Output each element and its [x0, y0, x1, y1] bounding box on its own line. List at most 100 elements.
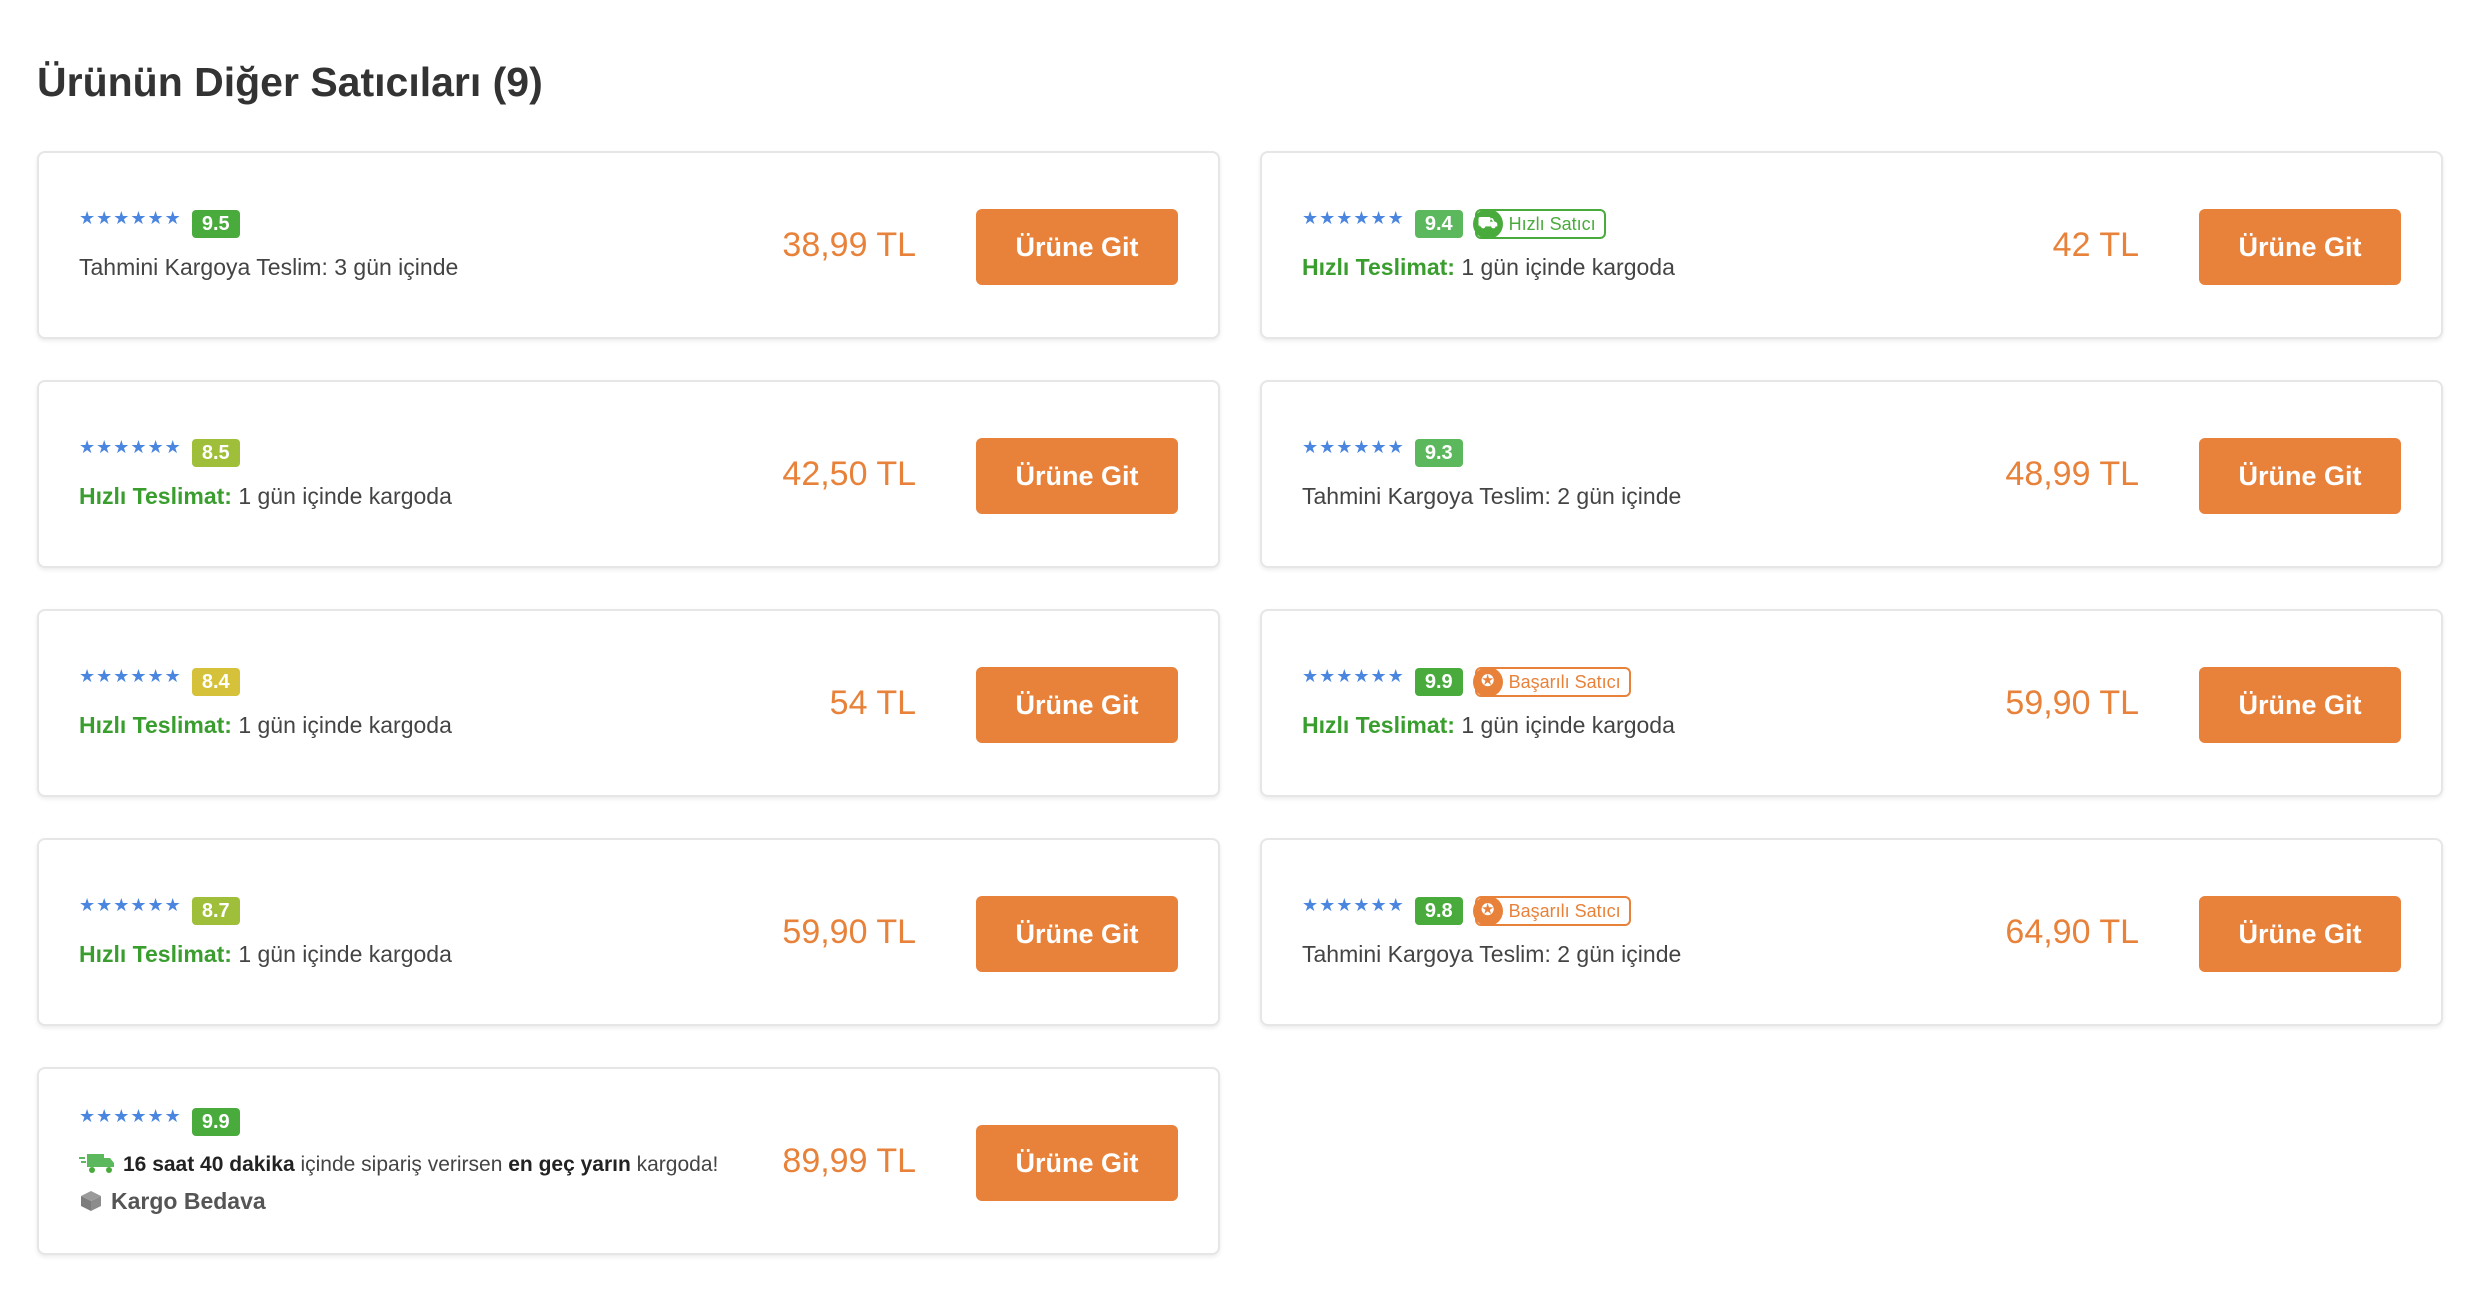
seller-card-1: ★★★★★★ 9.5 Tahmini Kargoya Teslim: 3 gün…: [37, 151, 1220, 339]
rating-row: ★★★★★★ 8.7: [79, 896, 888, 926]
delivery-text: 1 gün içinde kargoda: [231, 941, 452, 967]
seller-info: ★★★★★★ 9.9 ✪ Başarılı Satıcı Hızlı Teslim…: [1302, 667, 2111, 739]
seller-score-badge: 9.9: [191, 1108, 240, 1136]
seller-card-7: ★★★★★★ 8.7 Hızlı Teslimat: 1 gün içinde …: [37, 838, 1220, 1026]
seller-info: ★★★★★★ 9.5 Tahmini Kargoya Teslim: 3 gün…: [79, 209, 888, 281]
free-cargo-label: Kargo Bedava: [111, 1188, 266, 1214]
seller-stars-icon: ★★★★★★: [1302, 208, 1405, 228]
seller-stars-icon: ★★★★★★: [79, 1106, 182, 1126]
seller-price: 48,99 TL: [2005, 454, 2139, 493]
delivery-info: Tahmini Kargoya Teslim: 2 gün içinde: [1302, 482, 2111, 510]
rating-row: ★★★★★★ 8.5: [79, 438, 888, 468]
seller-stars-icon: ★★★★★★: [79, 895, 182, 915]
seller-score-badge: 8.5: [191, 439, 240, 467]
countdown-emphasis: en geç yarın: [508, 1153, 631, 1176]
seller-info: ★★★★★★ 8.4 Hızlı Teslimat: 1 gün içinde …: [79, 667, 888, 739]
seller-card-2: ★★★★★★ 9.4 ⛟ Hızlı Satıcı Hızlı Teslimat:…: [1260, 151, 2443, 339]
delivery-info: Tahmini Kargoya Teslim: 3 gün içinde: [79, 253, 888, 281]
delivery-text: 1 gün içinde kargoda: [1454, 254, 1675, 280]
seller-card-9: ★★★★★★ 9.9 16 saat 40 dakika içinde sipa…: [37, 1067, 1220, 1255]
seller-price: 42,50 TL: [782, 454, 916, 493]
seller-card-5: ★★★★★★ 8.4 Hızlı Teslimat: 1 gün içinde …: [37, 609, 1220, 797]
fast-seller-badge: ⛟ Hızlı Satıcı: [1472, 209, 1606, 239]
seller-badge-label: Başarılı Satıcı: [1508, 672, 1621, 692]
seller-stars-icon: ★★★★★★: [1302, 895, 1405, 915]
delivery-text: 1 gün içinde kargoda: [231, 483, 452, 509]
seller-price: 54 TL: [829, 683, 916, 722]
rating-row: ★★★★★★ 9.3: [1302, 438, 2111, 468]
delivery-text: Tahmini Kargoya Teslim: 2 gün içinde: [1302, 941, 1682, 967]
go-to-product-button[interactable]: Ürüne Git: [2199, 667, 2401, 743]
seller-info: ★★★★★★ 9.3 Tahmini Kargoya Teslim: 2 gün…: [1302, 438, 2111, 510]
countdown-middle: içinde sipariş verirsen: [294, 1153, 509, 1176]
seller-score-badge: 8.4: [191, 668, 240, 696]
rating-row: ★★★★★★ 9.5: [79, 209, 888, 239]
successful-seller-badge: ✪ Başarılı Satıcı: [1472, 667, 1631, 697]
seller-stars-icon: ★★★★★★: [1302, 437, 1405, 457]
go-to-product-button[interactable]: Ürüne Git: [976, 896, 1178, 972]
rating-row: ★★★★★★ 9.9: [79, 1107, 888, 1137]
fast-delivery-label: Hızlı Teslimat:: [79, 941, 232, 967]
go-to-product-button[interactable]: Ürüne Git: [2199, 438, 2401, 514]
delivery-text: Tahmini Kargoya Teslim: 3 gün içinde: [79, 254, 459, 280]
go-to-product-button[interactable]: Ürüne Git: [976, 438, 1178, 514]
fast-delivery-label: Hızlı Teslimat:: [79, 712, 232, 738]
seller-card-3: ★★★★★★ 8.5 Hızlı Teslimat: 1 gün içinde …: [37, 380, 1220, 568]
medal-icon: ✪: [1472, 896, 1503, 926]
seller-stars-icon: ★★★★★★: [79, 208, 182, 228]
seller-info: ★★★★★★ 8.7 Hızlı Teslimat: 1 gün içinde …: [79, 896, 888, 968]
seller-info: ★★★★★★ 9.4 ⛟ Hızlı Satıcı Hızlı Teslimat:…: [1302, 209, 2111, 281]
seller-stars-icon: ★★★★★★: [79, 437, 182, 457]
rating-row: ★★★★★★ 9.4 ⛟ Hızlı Satıcı: [1302, 209, 2111, 239]
seller-badge-label: Hızlı Satıcı: [1508, 214, 1596, 234]
delivery-info: Hızlı Teslimat: 1 gün içinde kargoda: [79, 940, 888, 968]
seller-badge-label: Başarılı Satıcı: [1508, 901, 1621, 921]
go-to-product-button[interactable]: Ürüne Git: [2199, 896, 2401, 972]
go-to-product-button[interactable]: Ürüne Git: [976, 209, 1178, 285]
seller-score-badge: 9.8: [1414, 897, 1463, 925]
go-to-product-button[interactable]: Ürüne Git: [2199, 209, 2401, 285]
seller-price: 64,90 TL: [2005, 912, 2139, 951]
seller-price: 42 TL: [2052, 225, 2139, 264]
seller-score-badge: 9.4: [1414, 210, 1463, 238]
seller-price: 89,99 TL: [782, 1141, 916, 1180]
rating-row: ★★★★★★ 9.8 ✪ Başarılı Satıcı: [1302, 896, 2111, 926]
seller-info: ★★★★★★ 9.8 ✪ Başarılı Satıcı Tahmini Karg…: [1302, 896, 2111, 968]
successful-seller-badge: ✪ Başarılı Satıcı: [1472, 896, 1631, 926]
go-to-product-button[interactable]: Ürüne Git: [976, 667, 1178, 743]
seller-score-badge: 9.3: [1414, 439, 1463, 467]
seller-grid: ★★★★★★ 9.5 Tahmini Kargoya Teslim: 3 gün…: [37, 151, 2443, 1255]
go-to-product-button[interactable]: Ürüne Git: [976, 1125, 1178, 1201]
fast-delivery-label: Hızlı Teslimat:: [1302, 254, 1455, 280]
seller-score-badge: 9.5: [191, 210, 240, 238]
delivery-info: Tahmini Kargoya Teslim: 2 gün içinde: [1302, 940, 2111, 968]
seller-stars-icon: ★★★★★★: [1302, 666, 1405, 686]
seller-score-badge: 8.7: [191, 897, 240, 925]
delivery-info: Hızlı Teslimat: 1 gün içinde kargoda: [1302, 711, 2111, 739]
delivery-info: Hızlı Teslimat: 1 gün içinde kargoda: [79, 711, 888, 739]
rating-row: ★★★★★★ 9.9 ✪ Başarılı Satıcı: [1302, 667, 2111, 697]
section-title: Ürünün Diğer Satıcıları (9): [37, 59, 543, 105]
rating-row: ★★★★★★ 8.4: [79, 667, 888, 697]
fast-delivery-label: Hızlı Teslimat:: [79, 483, 232, 509]
seller-card-6: ★★★★★★ 9.9 ✪ Başarılı Satıcı Hızlı Teslim…: [1260, 609, 2443, 797]
delivery-info: Hızlı Teslimat: 1 gün içinde kargoda: [1302, 253, 2111, 281]
seller-score-badge: 9.9: [1414, 668, 1463, 696]
seller-card-4: ★★★★★★ 9.3 Tahmini Kargoya Teslim: 2 gün…: [1260, 380, 2443, 568]
seller-info: ★★★★★★ 8.5 Hızlı Teslimat: 1 gün içinde …: [79, 438, 888, 510]
seller-info: ★★★★★★ 9.9 16 saat 40 dakika içinde sipa…: [79, 1107, 888, 1215]
seller-price: 59,90 TL: [782, 912, 916, 951]
medal-icon: ✪: [1472, 667, 1503, 697]
seller-price: 38,99 TL: [782, 225, 916, 264]
free-cargo: Kargo Bedava: [79, 1187, 888, 1215]
countdown-end: kargoda!: [630, 1153, 719, 1176]
seller-price: 59,90 TL: [2005, 683, 2139, 722]
delivery-info: 16 saat 40 dakika içinde sipariş verirse…: [79, 1151, 888, 1179]
delivery-truck-icon: [79, 1154, 114, 1174]
delivery-text: 1 gün içinde kargoda: [1454, 712, 1675, 738]
fast-delivery-label: Hızlı Teslimat:: [1302, 712, 1455, 738]
delivery-text: Tahmini Kargoya Teslim: 2 gün içinde: [1302, 483, 1682, 509]
truck-icon: ⛟: [1472, 209, 1503, 239]
seller-stars-icon: ★★★★★★: [79, 666, 182, 686]
delivery-text: 1 gün içinde kargoda: [231, 712, 452, 738]
